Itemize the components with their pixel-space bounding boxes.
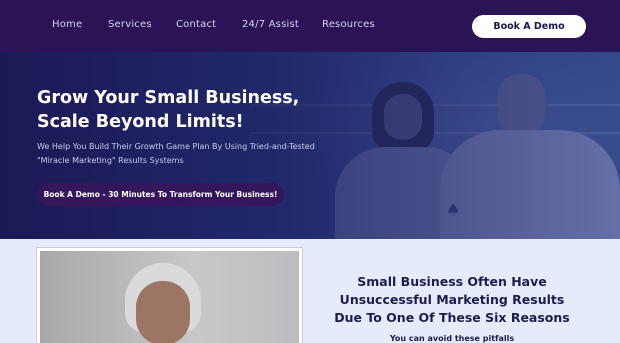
book-demo-nav-button[interactable]: Book A Demo [472, 15, 586, 38]
section-heading-line: Due To One Of These Six Reasons [334, 310, 570, 325]
hero-description: We Help You Build Their Growth Game Plan… [37, 140, 317, 168]
portrait-image-frame [36, 247, 303, 343]
nav-item-home[interactable]: Home [52, 19, 82, 30]
portrait-face [136, 281, 190, 343]
nav-item-resources[interactable]: Resources [322, 19, 375, 30]
nav-item-services[interactable]: Services [108, 19, 152, 30]
section-heading-line: Unsuccessful Marketing Results [339, 292, 565, 307]
nav-item-contact[interactable]: Contact [176, 19, 216, 30]
reasons-section: Small Business Often Have Unsuccessful M… [0, 239, 620, 343]
hero-banner: ♠ Grow Your Small Business, Scale Beyond… [0, 52, 620, 239]
hero-title-line: Grow Your Small Business, [37, 88, 300, 108]
hero-description-line: "Miracle Marketing" Results Systems [37, 156, 184, 165]
section-heading: Small Business Often Have Unsuccessful M… [330, 273, 574, 327]
portrait-image [40, 251, 299, 343]
hero-description-line: We Help You Build Their Growth Game Plan… [37, 142, 315, 151]
section-heading-line: Small Business Often Have [357, 274, 547, 289]
hero-title: Grow Your Small Business, Scale Beyond L… [37, 86, 317, 134]
section-subheading: You can avoid these pitfalls [389, 334, 515, 343]
book-demo-hero-button[interactable]: Book A Demo - 30 Minutes To Transform Yo… [37, 183, 284, 206]
nav-item-assist[interactable]: 24/7 Assist [242, 19, 299, 30]
top-nav: Home Services Contact 24/7 Assist Resour… [0, 0, 620, 52]
hero-title-line: Scale Beyond Limits! [37, 112, 244, 132]
